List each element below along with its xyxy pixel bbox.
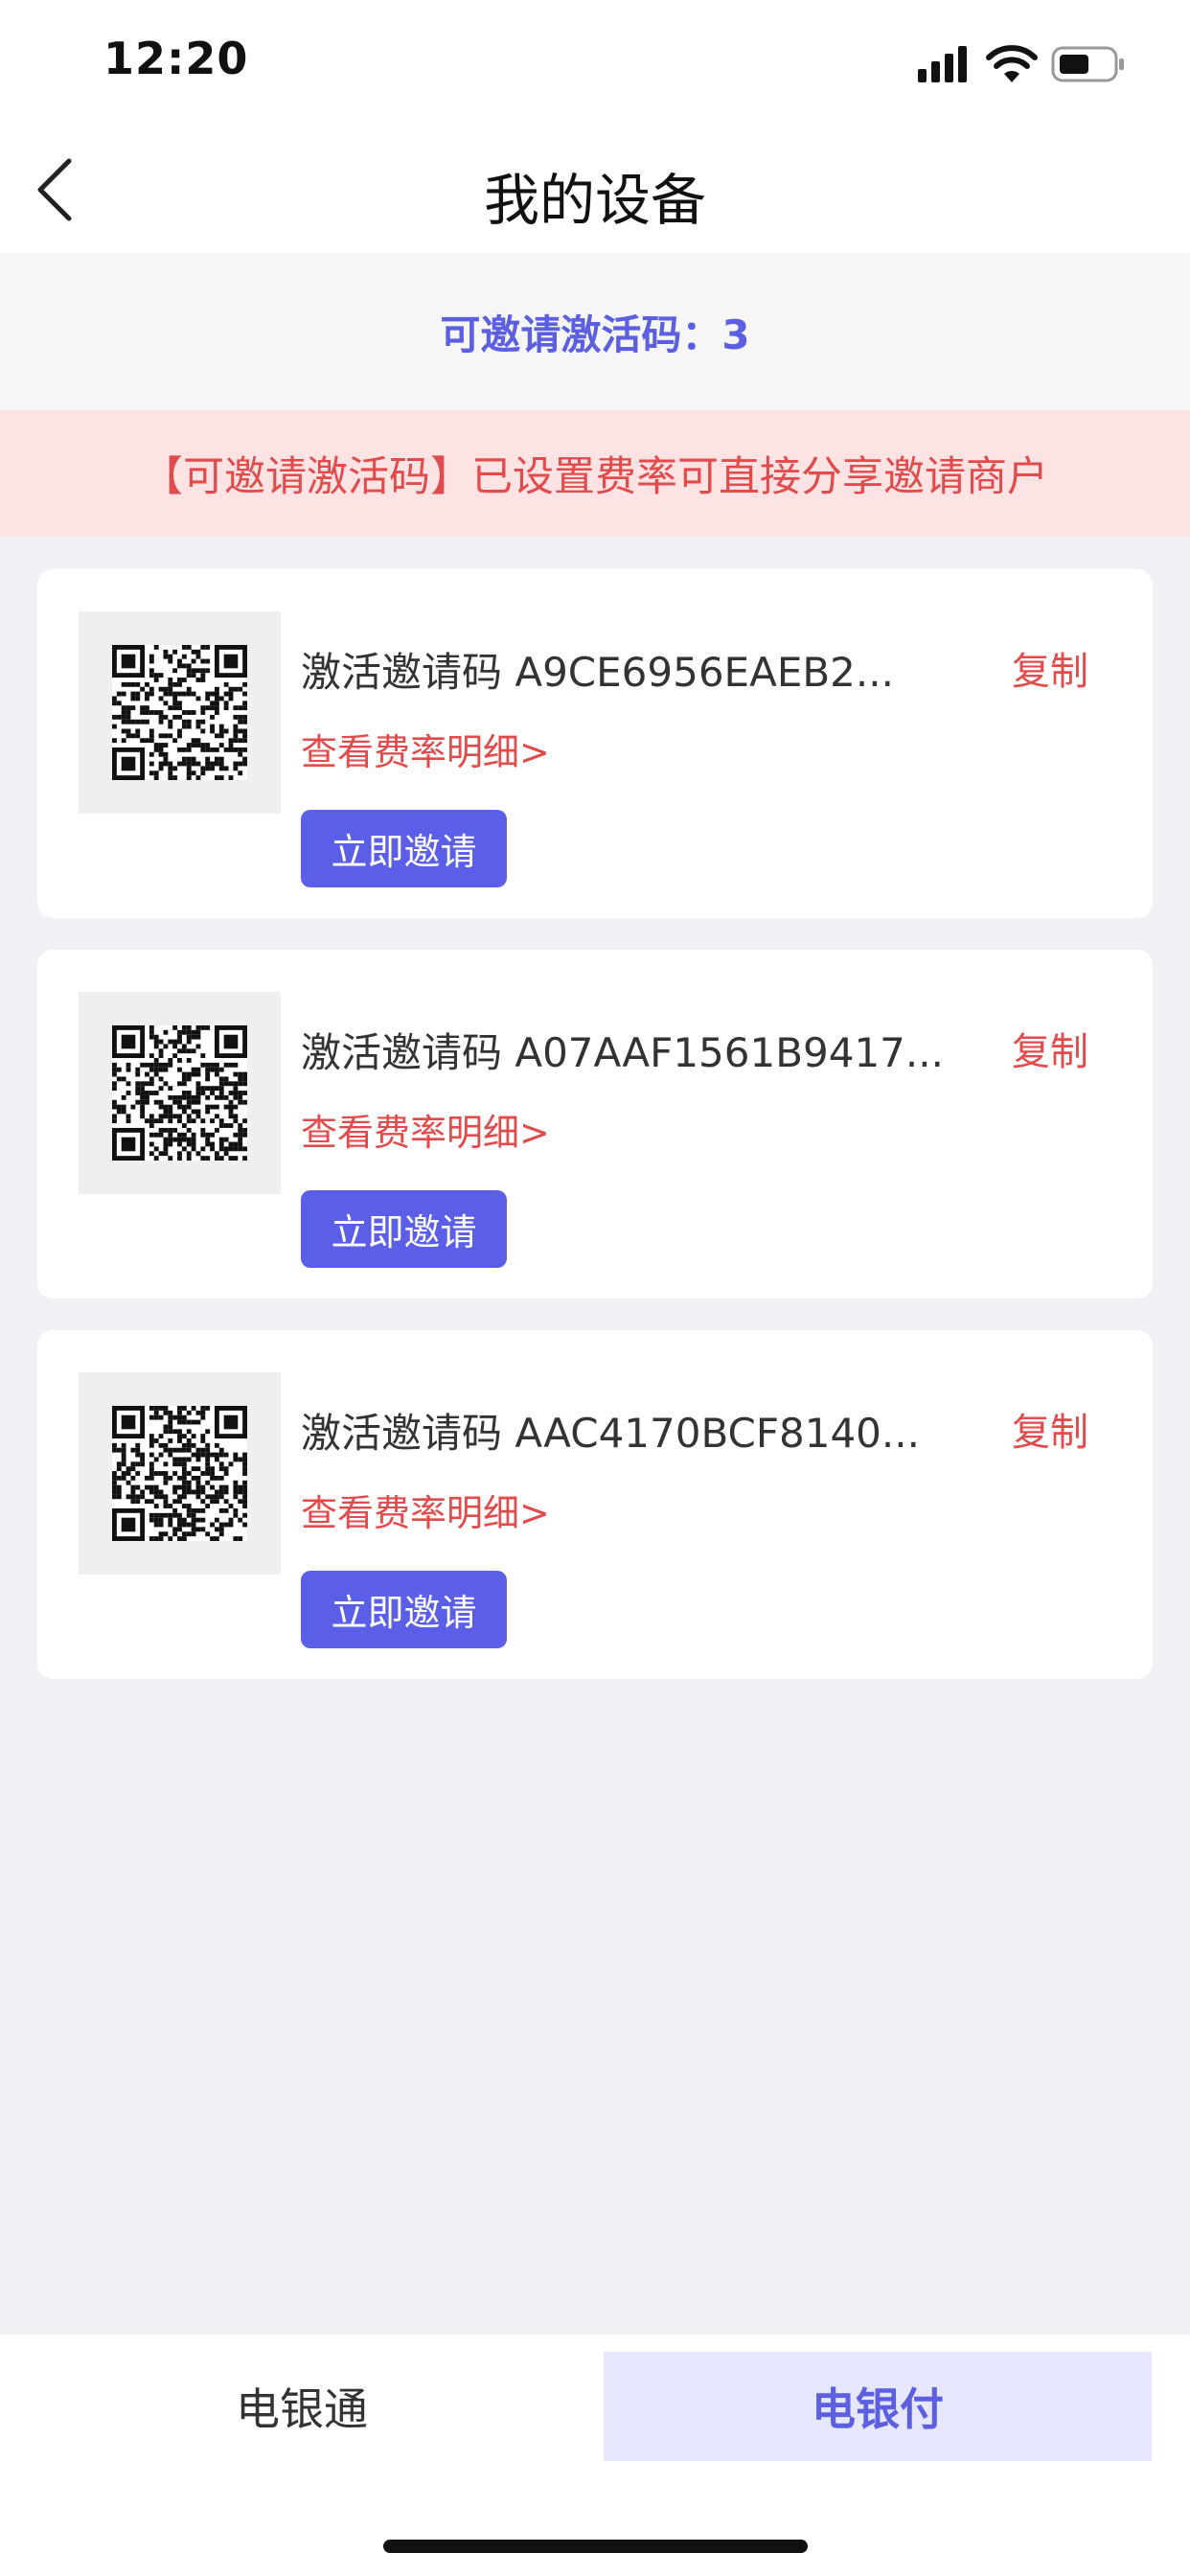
- view-rate-link[interactable]: 查看费率明细>: [301, 723, 550, 775]
- status-time: 12:20: [103, 33, 249, 84]
- invite-now-button[interactable]: 立即邀请: [301, 810, 507, 887]
- view-rate-link[interactable]: 查看费率明细>: [301, 1103, 550, 1156]
- bottom-tab-bar: 电银通 电银付: [0, 2334, 1190, 2576]
- status-bar: 12:20: [0, 0, 1190, 126]
- invite-card: 激活邀请码 A07AAF1561B9417... 复制 查看费率明细> 立即邀请: [37, 950, 1153, 1299]
- notice-banner: 【可邀请激活码】已设置费率可直接分享邀请商户: [0, 410, 1190, 537]
- invite-count-banner: 可邀请激活码：3: [0, 253, 1190, 410]
- view-rate-link[interactable]: 查看费率明细>: [301, 1484, 550, 1536]
- qr-code[interactable]: [79, 992, 281, 1194]
- copy-button[interactable]: 复制: [1012, 640, 1088, 696]
- qr-code-icon: [112, 1025, 247, 1161]
- invite-code: 激活邀请码 A9CE6956EAEB2...: [301, 649, 894, 696]
- wifi-icon: [986, 45, 1038, 82]
- qr-code[interactable]: [79, 611, 281, 814]
- invite-now-button[interactable]: 立即邀请: [301, 1190, 507, 1268]
- qr-code[interactable]: [79, 1372, 281, 1575]
- page-title: 我的设备: [483, 168, 706, 233]
- invite-card: 激活邀请码 AAC4170BCF8140... 复制 查看费率明细> 立即邀请: [37, 1330, 1153, 1679]
- battery-icon: [1051, 46, 1124, 82]
- home-indicator: [383, 2540, 808, 2553]
- invite-now-button[interactable]: 立即邀请: [301, 1571, 507, 1648]
- nav-bar: 我的设备: [0, 126, 1190, 253]
- invite-code: 激活邀请码 A07AAF1561B9417...: [301, 1029, 944, 1076]
- signal-icon: [918, 46, 967, 82]
- qr-code-icon: [112, 1406, 247, 1541]
- invite-card: 激活邀请码 A9CE6956EAEB2... 复制 查看费率明细> 立即邀请: [37, 569, 1153, 918]
- qr-code-icon: [112, 645, 247, 780]
- invite-code: 激活邀请码 AAC4170BCF8140...: [301, 1410, 920, 1457]
- tab-dianyinfu[interactable]: 电银付: [604, 2352, 1152, 2461]
- copy-button[interactable]: 复制: [1012, 1021, 1088, 1076]
- copy-button[interactable]: 复制: [1012, 1401, 1088, 1457]
- tab-dianyintong[interactable]: 电银通: [0, 2334, 604, 2478]
